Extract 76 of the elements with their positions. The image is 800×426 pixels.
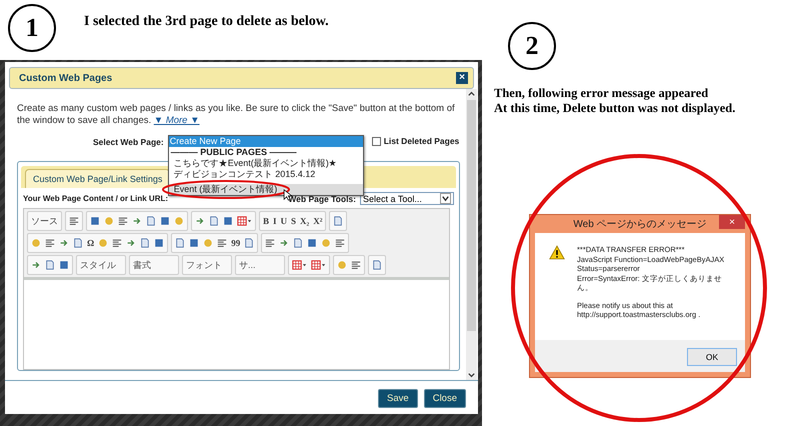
chevron-up-icon[interactable] [467,89,476,98]
square-icon[interactable] [160,216,170,226]
step-caption: Then, following error message appeared At this time, Delete button was not displayed. [494,86,736,116]
content-label: Your Web Page Content / or Link URL: [23,194,168,203]
dialog-button[interactable]: Close [424,389,466,408]
grid-menu-icon[interactable] [311,260,326,270]
square-icon[interactable] [189,238,200,248]
toolbar-button[interactable]: B [263,216,270,226]
step-number: 2 [508,22,556,70]
align-lines-icon[interactable] [45,238,55,248]
ok-button[interactable]: OK [687,348,737,366]
more-link[interactable]: ▼ More ▼ [154,115,200,126]
document-icon[interactable] [372,260,382,270]
chevron-down-icon[interactable] [467,371,476,380]
toolbar-dropdown[interactable]: スタイル [80,258,122,272]
intro-text: Create as many custom web pages / links as you like. Be sure to click the "Save" button at the bottom of the window to save all changes. ▼ More ▼ [17,103,456,127]
arrow-icon[interactable] [31,260,41,270]
checkbox-label: List Deleted Pages [384,136,460,146]
document-icon[interactable] [209,216,219,226]
document-icon[interactable] [45,260,55,270]
toolbar-button[interactable]: U [280,216,288,226]
tab[interactable]: Custom Web Page/Link Settings [25,169,170,188]
grid-menu-icon[interactable] [237,216,252,226]
toolbar-button[interactable]: S [291,216,296,226]
chevron-down-icon [440,193,451,204]
dialog-title: Custom Web Pages [19,72,112,84]
toolbar-button[interactable]: 99 [231,238,240,248]
dropdown-option[interactable]: ディビジョンコンテスト 2015.4.12 [168,169,363,180]
toolbar-dropdown[interactable]: 書式 [133,258,175,272]
select-label: Select Web Page: [93,137,164,147]
square-icon[interactable] [307,238,318,248]
document-icon[interactable] [333,216,344,226]
close-button[interactable]: × [456,72,468,84]
grid-menu-icon[interactable] [292,260,307,270]
warning-icon [549,245,565,260]
toolbar-dropdown[interactable]: サ... [239,258,281,272]
document-icon[interactable] [73,238,83,248]
step-number: 1 [8,4,56,52]
document-icon[interactable] [293,238,304,248]
scrollbar-thumb[interactable] [467,100,476,331]
error-dialog-title: Web ページからのメッセージ [573,218,707,231]
dialog-button[interactable]: Save [378,389,418,408]
step-caption: I selected the 3rd page to delete as below. [84,14,329,30]
square-icon[interactable] [154,238,164,248]
dropdown-option[interactable]: こちらです★Event(最新イベント情報)★ [168,158,363,169]
align-lines-icon[interactable] [335,238,346,248]
align-lines-icon[interactable] [118,216,128,226]
align-lines-icon[interactable] [265,238,276,248]
align-lines-icon[interactable] [351,260,361,270]
arrow-icon[interactable] [195,216,205,226]
align-lines-icon[interactable] [69,216,79,226]
square-icon[interactable] [59,260,69,270]
toolbar-dropdown[interactable]: フォント [186,258,228,272]
document-icon[interactable] [140,238,150,248]
option-group-header: ——— PUBLIC PAGES ——— [170,147,298,158]
toolbar-button[interactable]: ソース [31,214,58,228]
document-icon[interactable] [146,216,156,226]
close-button[interactable]: × [719,215,745,229]
square-icon[interactable] [223,216,233,226]
align-lines-icon[interactable] [217,238,228,248]
toolbar-button[interactable]: I [273,216,277,226]
document-icon[interactable] [175,238,186,248]
tools-select[interactable]: Select a Tool... [360,192,454,205]
toolbar-button[interactable]: X² [313,216,322,226]
arrow-icon[interactable] [59,238,69,248]
arrow-icon[interactable] [126,238,136,248]
scrollbar[interactable] [466,89,477,380]
square-icon[interactable] [90,216,100,226]
dropdown-option[interactable]: Create New Page [168,136,363,147]
toolbar-button[interactable]: X₂ [300,216,310,226]
arrow-icon[interactable] [279,238,290,248]
checkbox[interactable] [372,136,381,146]
arrow-icon[interactable] [132,216,142,226]
toolbar-button[interactable]: Ω [87,238,94,248]
align-lines-icon[interactable] [112,238,122,248]
document-icon[interactable] [244,238,254,248]
